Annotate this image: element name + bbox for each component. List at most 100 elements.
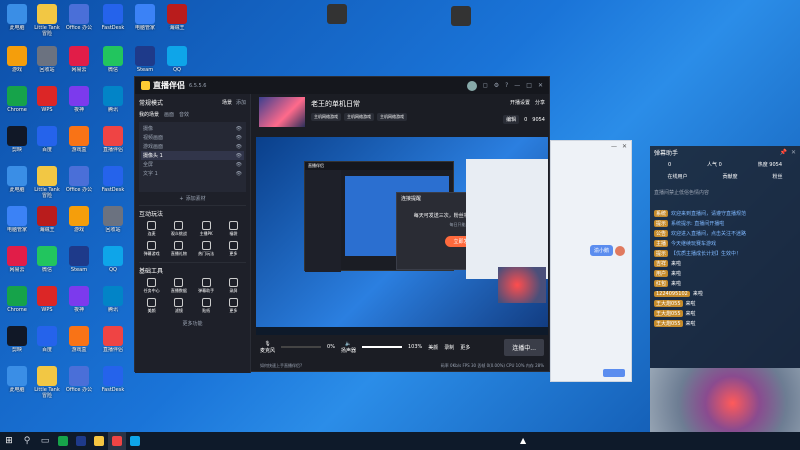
source-item[interactable]: 文字 1 👁 (141, 169, 244, 178)
desktop-icon[interactable]: Little Tank 冒险 (32, 4, 62, 37)
desktop-icon[interactable]: 回收站 (32, 46, 62, 79)
source-item[interactable]: 摄像头 1 👁 (141, 151, 244, 160)
desktop-icon[interactable]: 夜神 (64, 286, 94, 319)
desktop-icon[interactable]: Chrome (2, 86, 32, 119)
desktop-icon[interactable]: 电脑管家 (2, 206, 32, 239)
danmu-user[interactable]: 1224095102 (654, 290, 690, 297)
source-item[interactable]: 视频画面 👁 (141, 133, 244, 142)
danmu-user[interactable]: 王大炮055 (654, 310, 683, 317)
desktop-icon[interactable]: 海贼王 (162, 4, 192, 37)
danmu-user[interactable]: 吉祥 (654, 260, 669, 267)
feature-item[interactable]: 观众挑战 (166, 221, 191, 237)
desktop-icon[interactable]: 游戏 (2, 46, 32, 79)
desktop-icon[interactable]: FastDesk (98, 4, 128, 37)
steam-button[interactable] (72, 432, 90, 450)
qq-button[interactable] (126, 432, 144, 450)
feature-item[interactable]: 更多 (221, 241, 246, 257)
broadcast-settings[interactable]: 开播设置 (510, 99, 530, 106)
feature-item[interactable]: 贴纸 (194, 298, 219, 314)
scene-mode[interactable]: 常规模式 (139, 98, 163, 107)
feature-item[interactable]: 热门玩法 (194, 241, 219, 257)
danmu-user[interactable]: 提示 (654, 220, 669, 227)
eye-icon[interactable]: 👁 (236, 135, 242, 141)
maximize-icon[interactable]: □ (526, 82, 532, 89)
preview-canvas[interactable]: 直播伴侣 连接提醒 ✕ 每天可发送三次，粉丝将在斗鱼APP收到提醒 每日只能发两… (256, 137, 548, 335)
desktop-icon[interactable]: Office 办公 (64, 366, 94, 399)
chat-icon[interactable]: ◻ (483, 82, 488, 89)
eye-icon[interactable]: 👁 (236, 144, 242, 150)
eye-icon[interactable]: 👁 (236, 162, 242, 168)
desktop-icon[interactable]: 微信 (32, 246, 62, 279)
desktop-icon[interactable]: QQ (98, 246, 128, 279)
chat-min-icon[interactable]: — (611, 143, 617, 150)
desktop-icon[interactable]: 直播伴侣 (98, 326, 128, 359)
desktop-icon[interactable]: WPS (32, 86, 62, 119)
mic-slider[interactable] (281, 346, 322, 348)
desktop-icon[interactable]: 游戏盒 (64, 126, 94, 159)
desktop-icon[interactable]: 回收站 (98, 206, 128, 239)
feature-item[interactable]: 任务中心 (139, 278, 164, 294)
task-view-button[interactable]: ▭ (36, 432, 54, 450)
danmu-tab[interactable]: 粉丝 (772, 173, 782, 180)
feature-item[interactable]: 录屏 (221, 278, 246, 294)
feature-item[interactable]: 连麦 (139, 221, 164, 237)
record-button[interactable]: 录制 (444, 344, 454, 351)
tag[interactable]: 主机网络游戏 (311, 113, 341, 121)
chat-send-button[interactable] (603, 369, 625, 377)
desktop-icon[interactable]: 此电脑 (2, 166, 32, 199)
feature-item[interactable]: 直播礼物 (166, 241, 191, 257)
feature-item[interactable]: 弹幕助手 (194, 278, 219, 294)
danmu-user[interactable]: 王大炮055 (654, 320, 683, 327)
desktop-icon[interactable]: 直播伴侣 (98, 126, 128, 159)
feature-item[interactable]: 弹幕游戏 (139, 241, 164, 257)
feature-item[interactable]: 主播PK (194, 221, 219, 237)
file-explorer-button[interactable] (90, 432, 108, 450)
desktop-icon[interactable]: Office 办公 (64, 4, 94, 37)
share-button[interactable]: 分享 (535, 99, 545, 106)
cover-thumbnail[interactable] (259, 97, 305, 127)
desktop-icon[interactable]: 百度 (32, 126, 62, 159)
settings-icon[interactable]: ⚙ (494, 82, 499, 89)
beauty-button[interactable]: 美颜 (428, 344, 438, 351)
desktop-icon[interactable]: 腾讯 (98, 286, 128, 319)
scene-tab[interactable]: 场景 (222, 99, 232, 106)
desktop-icon[interactable]: 电脑管家 (130, 4, 160, 37)
add-source-button[interactable]: 添加素材 (186, 195, 206, 202)
avatar[interactable] (466, 80, 477, 91)
douyin-button[interactable] (108, 432, 126, 450)
desktop-icon[interactable]: 网易云 (64, 46, 94, 79)
tag[interactable]: 主机网络游戏 (344, 113, 374, 121)
live-title[interactable]: 老王的单机日常 (311, 99, 360, 109)
danmu-user[interactable]: 提示 (654, 250, 669, 257)
feature-item[interactable]: 更多 (221, 298, 246, 314)
desktop-icon[interactable]: QQ (162, 46, 192, 79)
search-button[interactable]: ⚲ (18, 432, 36, 450)
feature-item[interactable]: 滤镜 (166, 298, 191, 314)
source-item[interactable]: 全屏 👁 (141, 160, 244, 169)
desktop-icon[interactable]: 剪映 (2, 126, 32, 159)
desktop-icon[interactable]: WPS (32, 286, 62, 319)
desktop-icon[interactable]: 游戏盒 (64, 326, 94, 359)
desktop-icon[interactable]: 剪映 (2, 326, 32, 359)
danmu-tab[interactable]: 在线用户 (667, 173, 687, 180)
danmu-user[interactable]: 系统 (654, 210, 669, 217)
danmu-user[interactable]: 红包 (654, 280, 669, 287)
scene-add[interactable]: 添加 (236, 99, 246, 106)
desktop-icon[interactable]: FastDesk (98, 366, 128, 399)
danmu-user[interactable]: 王大炮055 (654, 300, 683, 307)
desktop-icon[interactable] (322, 4, 352, 25)
more-button[interactable]: 更多 (460, 344, 470, 351)
source-item[interactable]: 游戏画面 👁 (141, 142, 244, 151)
minimize-icon[interactable]: — (514, 82, 520, 89)
desktop-icon[interactable]: 百度 (32, 326, 62, 359)
desktop-icon[interactable]: Chrome (2, 286, 32, 319)
desktop-icon[interactable]: Steam (130, 46, 160, 79)
source-tab[interactable]: 画面 (164, 111, 174, 118)
feature-item[interactable]: 福袋 (221, 221, 246, 237)
desktop-icon[interactable]: 此电脑 (2, 4, 32, 37)
danmu-user[interactable]: 用户 (654, 270, 669, 277)
danmu-user[interactable]: 公告 (654, 230, 669, 237)
speaker-slider[interactable] (361, 346, 402, 348)
desktop-icon[interactable]: Steam (64, 246, 94, 279)
danmu-tab[interactable]: 贡献度 (722, 173, 737, 180)
